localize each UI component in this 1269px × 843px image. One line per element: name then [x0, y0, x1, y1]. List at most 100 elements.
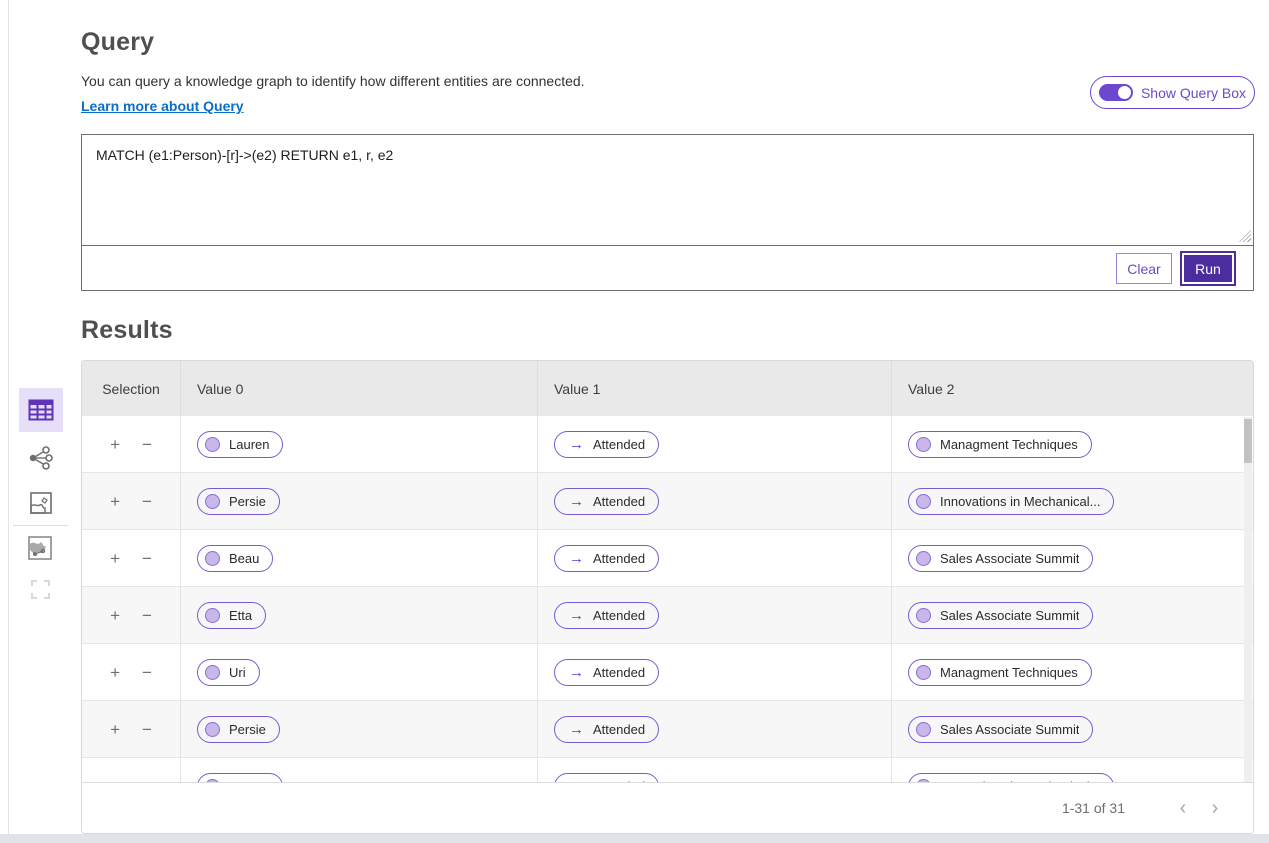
map-view-icon: [30, 492, 52, 514]
relationship-arrow-icon: →: [569, 435, 584, 453]
column-header-selection: Selection: [82, 361, 181, 416]
selection-cell: + −: [82, 758, 181, 784]
link-chart-view-icon: [29, 446, 53, 470]
entity-node-icon: [916, 664, 931, 680]
entity-node-icon: [916, 493, 931, 509]
map-link-chart-view-button[interactable]: [28, 536, 52, 560]
entity-node-icon: [916, 607, 931, 623]
relationship-pill[interactable]: → Attended: [554, 430, 660, 458]
target-pill-label: Managment Techniques: [940, 664, 1078, 680]
selection-cell: + −: [82, 701, 181, 757]
entity-node-icon: [205, 607, 220, 623]
show-query-box-toggle[interactable]: Show Query Box: [1090, 76, 1255, 109]
add-selection-button[interactable]: +: [110, 436, 120, 453]
relationship-pill-label: Attended: [593, 607, 646, 623]
table-header-row: Selection Value 0 Value 1 Value 2: [82, 361, 1253, 416]
scrollbar-thumb[interactable]: [1244, 419, 1252, 463]
relationship-pill[interactable]: → Attended: [554, 544, 660, 572]
table-view-icon: [28, 399, 54, 421]
value2-cell: Sales Associate Summit: [892, 701, 1253, 757]
value2-cell: Managment Techniques: [892, 644, 1253, 700]
relationship-pill[interactable]: → Attended: [554, 601, 660, 629]
table-row: + − Beau → Attended Sales Associate Summ…: [82, 530, 1253, 587]
entity-pill[interactable]: Persie: [197, 487, 280, 515]
previous-page-button[interactable]: ‹: [1167, 798, 1199, 818]
remove-selection-button[interactable]: −: [142, 721, 152, 738]
target-pill-label: Sales Associate Summit: [940, 721, 1080, 737]
value1-cell: → Attended: [538, 416, 892, 472]
relationship-arrow-icon: →: [569, 492, 584, 510]
value2-cell: Managment Techniques: [892, 416, 1253, 472]
relationship-pill-label: Attended: [593, 436, 646, 452]
target-entity-pill[interactable]: Sales Associate Summit: [908, 544, 1094, 572]
add-selection-button[interactable]: +: [110, 493, 120, 510]
value0-cell: Persie: [181, 701, 538, 757]
entity-pill[interactable]: Uri: [197, 658, 260, 686]
value2-cell: Innovations in Mechanical...: [892, 758, 1253, 784]
query-input[interactable]: [82, 135, 1253, 245]
pagination-bar: 1-31 of 31 ‹ ›: [82, 782, 1253, 833]
target-entity-pill[interactable]: Managment Techniques: [908, 658, 1092, 686]
run-button[interactable]: Run: [1180, 251, 1236, 286]
results-title: Results: [81, 316, 173, 344]
entity-pill[interactable]: Lauren: [197, 430, 284, 458]
relationship-pill[interactable]: → Attended: [554, 658, 660, 686]
value1-cell: → Attended: [538, 530, 892, 586]
value0-cell: Persie: [181, 473, 538, 529]
entity-pill[interactable]: Beau: [197, 544, 274, 572]
remove-selection-button[interactable]: −: [142, 493, 152, 510]
target-entity-pill[interactable]: Sales Associate Summit: [908, 715, 1094, 743]
entity-pill-label: Beau: [229, 550, 260, 566]
relationship-pill[interactable]: → Attended: [554, 487, 660, 515]
table-row: + − Lauren → Attended Innovations in Mec…: [82, 758, 1253, 784]
remove-selection-button[interactable]: −: [142, 436, 152, 453]
remove-selection-button[interactable]: −: [142, 664, 152, 681]
target-pill-label: Sales Associate Summit: [940, 550, 1080, 566]
toggle-label: Show Query Box: [1140, 84, 1247, 101]
selection-cell: + −: [82, 416, 181, 472]
empty-view-button: [31, 580, 50, 599]
map-link-chart-view-icon: [28, 536, 52, 560]
target-entity-pill[interactable]: Managment Techniques: [908, 430, 1092, 458]
target-entity-pill[interactable]: Innovations in Mechanical...: [908, 487, 1115, 515]
map-view-button[interactable]: [30, 492, 52, 514]
next-page-button[interactable]: ›: [1199, 798, 1231, 818]
link-chart-view-button[interactable]: [28, 445, 54, 471]
entity-pill[interactable]: Etta: [197, 601, 267, 629]
selection-cell: + −: [82, 587, 181, 643]
query-footer: Clear Run: [82, 245, 1253, 291]
remove-selection-button[interactable]: −: [142, 607, 152, 624]
target-pill-label: Sales Associate Summit: [940, 607, 1080, 623]
toggle-switch-icon: [1098, 84, 1133, 101]
entity-node-icon: [916, 436, 931, 452]
entity-pill-label: Persie: [229, 721, 266, 737]
table-view-button[interactable]: [19, 388, 63, 432]
value1-cell: → Attended: [538, 587, 892, 643]
add-selection-button[interactable]: +: [110, 607, 120, 624]
column-header-value0: Value 0: [181, 361, 538, 416]
remove-selection-button[interactable]: −: [142, 550, 152, 567]
entity-node-icon: [916, 550, 931, 566]
value1-cell: → Attended: [538, 701, 892, 757]
add-selection-button[interactable]: +: [110, 664, 120, 681]
entity-node-icon: [916, 721, 931, 737]
value0-cell: Uri: [181, 644, 538, 700]
entity-node-icon: [205, 493, 220, 509]
relationship-pill-label: Attended: [593, 721, 646, 737]
vertical-scrollbar[interactable]: [1244, 417, 1252, 784]
entity-node-icon: [205, 550, 220, 566]
query-editor-panel: Clear Run: [81, 134, 1254, 291]
column-header-value2: Value 2: [908, 380, 955, 397]
target-entity-pill[interactable]: Sales Associate Summit: [908, 601, 1094, 629]
table-row: + − Persie → Attended Innovations in Mec…: [82, 473, 1253, 530]
learn-more-link[interactable]: Learn more about Query: [81, 98, 244, 114]
clear-button[interactable]: Clear: [1116, 253, 1172, 284]
entity-node-icon: [205, 664, 220, 680]
value1-cell: → Attended: [538, 644, 892, 700]
relationship-pill[interactable]: → Attended: [554, 715, 660, 743]
entity-pill-label: Lauren: [229, 436, 270, 452]
add-selection-button[interactable]: +: [110, 721, 120, 738]
selection-cell: + −: [82, 530, 181, 586]
add-selection-button[interactable]: +: [110, 550, 120, 567]
entity-pill[interactable]: Persie: [197, 715, 280, 743]
